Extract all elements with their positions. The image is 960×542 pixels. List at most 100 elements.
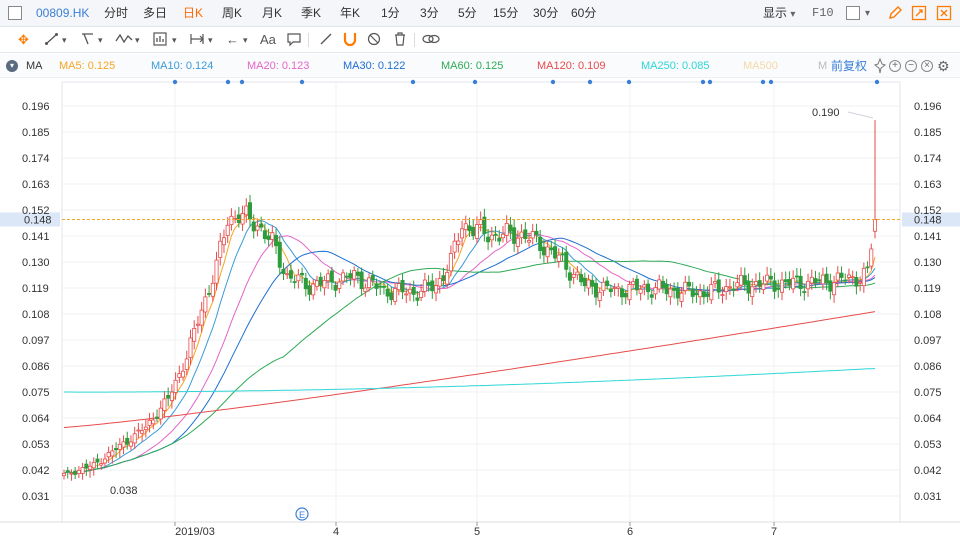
event-dot [299,79,305,85]
chevron-down-icon[interactable]: ▾ [62,31,67,49]
period-tab-intraday[interactable]: 分时 [104,0,128,27]
y-tick-label-left: 0.196 [22,101,50,113]
zoom-in-icon[interactable]: + [889,60,901,72]
candle-body [757,280,762,287]
candle-body [363,287,368,292]
candle-body [151,419,156,425]
candle-body [515,237,520,247]
candle-body [471,226,476,237]
candle-body [460,228,465,239]
y-axis-ticks: 0.196 0.196 0.185 0.185 0.174 0.174 0.163 0.163… [22,101,942,503]
y-tick-label-left: 0.185 [22,127,50,139]
fullscreen-icon[interactable] [911,5,927,24]
candle-body [746,281,751,294]
ruler-icon[interactable] [318,31,334,49]
adjust-mode-button[interactable]: 前复权 [831,54,867,78]
event-marker[interactable]: E [295,507,309,521]
candle-body [188,337,193,359]
chevron-down-icon[interactable]: ▾ [865,0,870,27]
period-tab-30min[interactable]: 30分 [533,0,558,27]
arrow-left-icon[interactable]: ← [226,31,239,49]
period-tab-3min[interactable]: 3分 [420,0,439,27]
chevron-down-icon[interactable]: ▾ [135,31,140,49]
period-tab-yearly[interactable]: 年K [340,0,360,27]
high-leader-line [847,111,874,119]
period-tab-multiday[interactable]: 多日 [143,0,167,27]
candle-body [690,288,695,297]
candlestick-chart[interactable]: 0.148 0.148 0.196 0.196 0.185 0.185 0.174 0.17… [0,78,960,542]
candle-body [110,450,115,457]
display-menu[interactable]: 显示 ▾ [763,0,795,27]
candle-body [668,288,673,298]
candle-body [750,286,755,298]
candle-body [463,223,468,230]
hide-icon[interactable] [366,31,382,49]
candle-body [173,379,178,393]
wave-tool-icon[interactable] [115,31,133,49]
candle-body [590,280,595,287]
y-tick-label-left: 0.163 [22,179,50,191]
period-tab-weekly[interactable]: 周K [222,0,242,27]
candle-body [296,274,301,282]
chevron-down-icon[interactable]: ▾ [172,31,177,49]
chevron-down-icon[interactable]: ▾ [243,31,248,49]
candle-body [534,230,539,235]
channel-tool-icon[interactable] [80,31,96,49]
zoom-out-icon[interactable]: − [905,60,917,72]
f10-button[interactable]: F10 [812,0,834,27]
candle-body [251,221,256,232]
collapse-icon[interactable]: ▾ [6,60,18,72]
period-tab-15min[interactable]: 15分 [493,0,518,27]
candle-body [407,288,412,294]
x-tick-label: 7 [771,526,777,538]
magnet-icon[interactable] [342,31,358,49]
candle-body [169,391,174,401]
period-tab-60min[interactable]: 60分 [571,0,596,27]
chevron-down-icon[interactable]: ▾ [98,31,103,49]
chevron-down-icon[interactable]: ▾ [208,31,213,49]
candle-body [311,283,316,296]
candle-body [776,287,781,290]
trash-icon[interactable] [392,31,408,49]
candle-body [527,240,532,243]
candle-body [307,285,312,295]
candle-body [794,275,799,278]
period-tab-monthly[interactable]: 月K [262,0,282,27]
candle-body [385,288,390,297]
select-checkbox[interactable] [8,6,22,20]
period-tab-1min[interactable]: 1分 [381,0,400,27]
low-label: 0.038 [110,485,138,497]
period-tab-5min[interactable]: 5分 [458,0,477,27]
toolbar-divider [308,33,309,47]
candle-body [835,272,840,281]
candle-body [155,416,160,419]
candle-body [337,281,342,289]
close-icon[interactable] [936,5,952,24]
gear-icon[interactable]: ⚙ [937,58,950,74]
pencil-icon[interactable] [887,5,903,24]
candle-body [657,279,662,290]
candle-body [192,328,197,342]
range-tool-icon[interactable] [189,31,205,49]
candle-body [400,279,405,293]
pin-icon[interactable] [873,57,887,77]
candle-body [820,274,825,285]
candle-body [303,277,308,290]
display-label: 显示 [763,6,788,20]
line-tool-icon[interactable] [44,31,60,49]
comment-icon[interactable] [286,31,302,49]
candle-body [177,373,182,378]
close-icon[interactable]: × [921,60,933,72]
crosshair-icon[interactable]: ✥ [18,31,29,49]
event-dot [874,79,880,85]
overlay-checkbox[interactable] [846,6,860,20]
candle-body [474,224,479,239]
link-icon[interactable] [421,31,441,49]
candle-body [530,231,535,239]
candle-body [62,472,67,477]
bar-tool-icon[interactable] [152,31,168,49]
candle-body [567,272,572,281]
period-tab-quarterly[interactable]: 季K [301,0,321,27]
period-tab-daily[interactable]: 日K [183,0,203,27]
text-tool[interactable]: Aa [260,31,276,49]
